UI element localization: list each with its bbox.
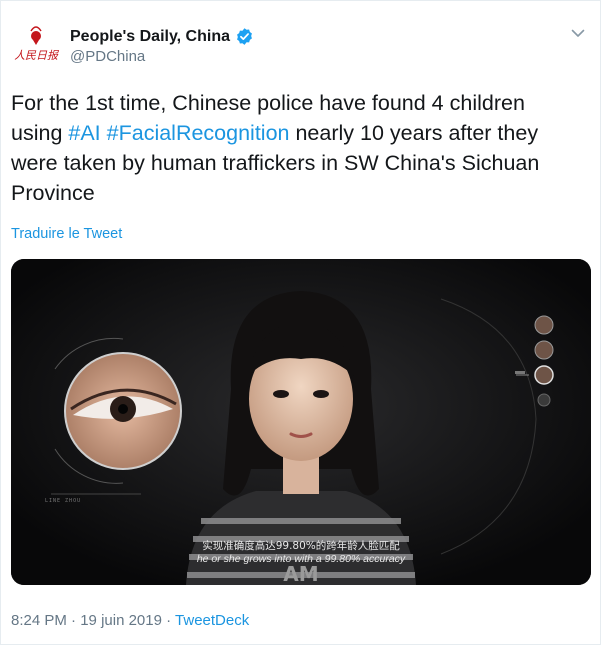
tweet-text: For the 1st time, Chinese police have fo… <box>11 88 581 208</box>
meta-separator: · <box>161 612 176 629</box>
tweet-media[interactable]: AM LINE ZHOU 实现准确度高达99.80%的跨年龄人脸匹配 he or… <box>11 259 591 585</box>
translate-tweet-link[interactable]: Traduire le Tweet <box>11 226 122 242</box>
hashtag-ai-link[interactable]: #AI <box>68 121 100 145</box>
author-name-row[interactable]: People's Daily, China <box>70 27 254 46</box>
video-caption-english: he or she grows into with a 99.80% accur… <box>196 553 406 565</box>
tweet-time[interactable]: 8:24 PM <box>11 612 67 629</box>
tweet-card: 人民日报 People's Daily, China @PDChina For … <box>0 0 601 645</box>
avatar[interactable]: 人民日报 <box>11 21 61 71</box>
peoples-daily-logo-icon: 人民日报 <box>14 26 60 62</box>
video-caption-chinese: 实现准确度高达99.80%的跨年龄人脸匹配 <box>202 540 400 552</box>
chevron-down-icon[interactable] <box>570 25 586 41</box>
author-handle[interactable]: @PDChina <box>70 48 145 65</box>
tweet-date[interactable]: 19 juin 2019 <box>80 612 162 629</box>
media-image: AM <box>11 259 591 585</box>
hashtag-facial-recognition-link[interactable]: #FacialRecognition <box>107 121 290 145</box>
shirt-text: AM <box>283 562 318 585</box>
tweet-source-link[interactable]: TweetDeck <box>175 612 249 629</box>
verified-badge-icon <box>237 28 252 45</box>
hud-label: LINE ZHOU <box>45 498 82 504</box>
tweet-meta: 8:24 PM · 19 juin 2019 · TweetDeck <box>11 612 249 629</box>
meta-separator: · <box>66 612 81 629</box>
avatar-text: 人民日报 <box>14 49 60 62</box>
display-name[interactable]: People's Daily, China <box>70 28 230 46</box>
